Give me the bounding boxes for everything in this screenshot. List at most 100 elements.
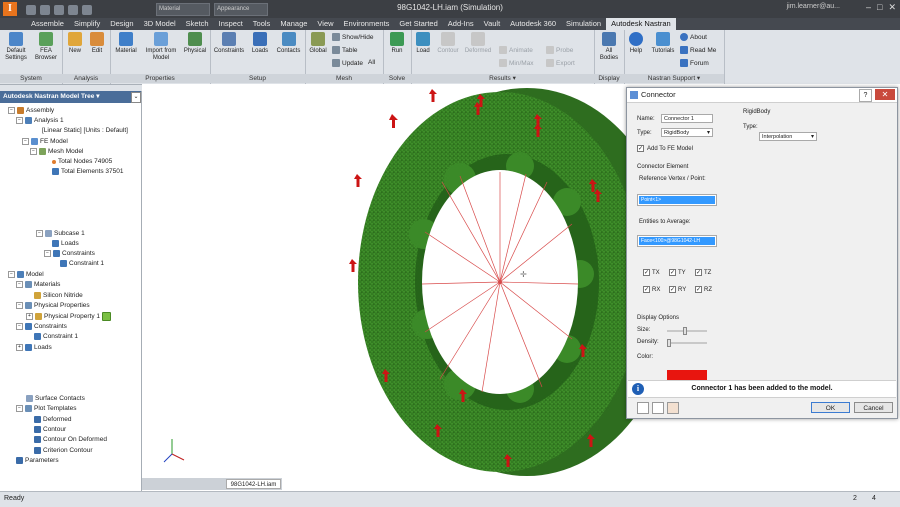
tab-tools[interactable]: Tools: [248, 18, 276, 30]
tree-item-subcase-constraints[interactable]: − Constraints: [44, 250, 95, 257]
probe-button[interactable]: Probe: [546, 46, 573, 54]
import-from-model-button[interactable]: Import from Model: [141, 32, 181, 62]
tree-item-analysis-type[interactable]: [Linear Static] [Units : Default]: [42, 127, 128, 134]
contacts-button[interactable]: Contacts: [274, 32, 303, 55]
ok-button[interactable]: OK: [811, 402, 850, 413]
tree-item-physical-property-1[interactable]: + Physical Property 1: [26, 312, 111, 321]
physical-button[interactable]: Physical: [182, 32, 208, 55]
min-max-button[interactable]: Min/Max: [499, 59, 534, 67]
tab-environments[interactable]: Environments: [339, 18, 395, 30]
axis-triad[interactable]: [163, 439, 185, 463]
tree-item-silicon-nitride[interactable]: Silicon Nitride: [34, 292, 83, 299]
collapse-icon[interactable]: −: [16, 405, 23, 412]
copy-icon[interactable]: [652, 402, 664, 414]
tab-manage[interactable]: Manage: [275, 18, 312, 30]
update-button[interactable]: Update: [332, 59, 363, 67]
tx-checkbox[interactable]: ✓: [643, 269, 650, 276]
tree-item-contour-on-deformed[interactable]: Contour On Deformed: [34, 436, 107, 443]
export-button[interactable]: Export: [546, 59, 575, 67]
tree-item-subcase-constraint-1[interactable]: Constraint 1: [60, 260, 104, 267]
tree-item-criterion-contour[interactable]: Criterion Contour: [34, 447, 93, 454]
save-icon[interactable]: [637, 402, 649, 414]
add-to-fe-model-checkbox[interactable]: ✓: [637, 145, 644, 152]
tree-item-contour[interactable]: Contour: [34, 426, 66, 433]
size-slider-thumb[interactable]: [683, 327, 687, 335]
help-icon[interactable]: ?: [859, 89, 872, 102]
tab-simplify[interactable]: Simplify: [69, 18, 105, 30]
collapse-icon[interactable]: −: [8, 107, 15, 114]
minimize-icon[interactable]: –: [866, 2, 871, 13]
show-hide-button[interactable]: Show/Hide: [332, 33, 373, 41]
tab-3d-model[interactable]: 3D Model: [139, 18, 181, 30]
tab-sketch[interactable]: Sketch: [181, 18, 214, 30]
group-label-nastran-support[interactable]: Nastran Support ▾: [624, 74, 724, 83]
tutorials-button[interactable]: Tutorials: [648, 32, 678, 55]
close-icon[interactable]: ✕: [875, 89, 895, 100]
tree-item-total-elements[interactable]: Total Elements 37501: [52, 168, 124, 175]
maximize-icon[interactable]: □: [877, 2, 882, 13]
tree-item-plot-templates[interactable]: − Plot Templates: [16, 405, 77, 412]
tree-item-physical-properties[interactable]: − Physical Properties: [16, 302, 90, 309]
collapse-icon[interactable]: −: [16, 302, 23, 309]
type-select[interactable]: RigidBody: [661, 128, 713, 138]
density-slider[interactable]: [667, 339, 707, 347]
tab-autodesk-nastran[interactable]: Autodesk Nastran: [606, 18, 676, 30]
fea-browser-button[interactable]: FEA Browser: [32, 32, 60, 62]
tab-vault[interactable]: Vault: [479, 18, 506, 30]
panel-menu-icon[interactable]: ⌄: [131, 92, 141, 103]
reference-vertex-item[interactable]: Point<1>: [639, 196, 715, 204]
tab-add-ins[interactable]: Add-Ins: [443, 18, 479, 30]
rz-checkbox[interactable]: ✓: [695, 286, 702, 293]
model-tree-header[interactable]: Autodesk Nastran Model Tree ▾: [0, 91, 141, 103]
tree-item-model[interactable]: − Model: [8, 271, 44, 278]
run-button[interactable]: Run: [386, 32, 408, 55]
reference-point[interactable]: [498, 280, 502, 284]
cancel-button[interactable]: Cancel: [854, 402, 893, 413]
tree-item-constraints[interactable]: − Constraints: [16, 323, 67, 330]
global-mesh-button[interactable]: Global: [306, 32, 330, 55]
edit-analysis-button[interactable]: Edit: [87, 32, 107, 55]
tab-view[interactable]: View: [312, 18, 338, 30]
entities-list[interactable]: Face<100>@98G1042-LH: [637, 235, 717, 247]
forum-button[interactable]: Forum: [680, 59, 709, 67]
reset-icon[interactable]: [667, 402, 679, 414]
name-field[interactable]: Connector 1: [661, 114, 713, 123]
constraints-button[interactable]: Constraints: [212, 32, 246, 55]
read-me-button[interactable]: Read Me: [680, 46, 716, 54]
new-analysis-button[interactable]: New: [65, 32, 85, 55]
tree-item-subcase-1[interactable]: − Subcase 1: [36, 230, 85, 237]
tz-checkbox[interactable]: ✓: [695, 269, 702, 276]
tab-get-started[interactable]: Get Started: [394, 18, 442, 30]
default-settings-button[interactable]: Default Settings: [2, 32, 30, 62]
entities-item[interactable]: Face<100>@98G1042-LH: [639, 237, 715, 245]
rx-checkbox[interactable]: ✓: [643, 286, 650, 293]
animate-button[interactable]: Animate: [499, 46, 533, 54]
contour-button[interactable]: Contour: [435, 32, 461, 55]
collapse-icon[interactable]: −: [44, 250, 51, 257]
collapse-icon[interactable]: −: [30, 148, 37, 155]
expand-icon[interactable]: +: [26, 313, 33, 320]
all-bodies-button[interactable]: All Bodies: [597, 32, 621, 62]
tree-item-deformed[interactable]: Deformed: [34, 416, 72, 423]
tab-assemble[interactable]: Assemble: [26, 18, 69, 30]
density-slider-thumb[interactable]: [667, 339, 671, 347]
color-swatch[interactable]: [667, 370, 707, 380]
collapse-icon[interactable]: −: [16, 117, 23, 124]
tab-autodesk-360[interactable]: Autodesk 360: [505, 18, 561, 30]
tab-inspect[interactable]: Inspect: [214, 18, 248, 30]
load-results-button[interactable]: Load: [412, 32, 434, 55]
about-button[interactable]: About: [680, 33, 707, 41]
collapse-icon[interactable]: −: [16, 281, 23, 288]
tree-item-fe-model[interactable]: − FE Model: [22, 138, 68, 145]
tree-item-analysis-1[interactable]: − Analysis 1: [16, 117, 64, 124]
user-account[interactable]: jim.learner@au...: [787, 3, 840, 10]
tab-simulation[interactable]: Simulation: [561, 18, 606, 30]
update-all-button[interactable]: All: [368, 59, 375, 66]
material-button[interactable]: Material: [112, 32, 140, 55]
expand-icon[interactable]: +: [16, 344, 23, 351]
tree-item-total-nodes[interactable]: Total Nodes 74905: [52, 158, 112, 165]
reference-vertex-list[interactable]: Point<1>: [637, 194, 717, 206]
loads-button[interactable]: Loads: [248, 32, 272, 55]
document-tab[interactable]: 98G1042-LH.iam: [226, 479, 281, 489]
tree-item-surface-contacts[interactable]: Surface Contacts: [26, 395, 85, 402]
